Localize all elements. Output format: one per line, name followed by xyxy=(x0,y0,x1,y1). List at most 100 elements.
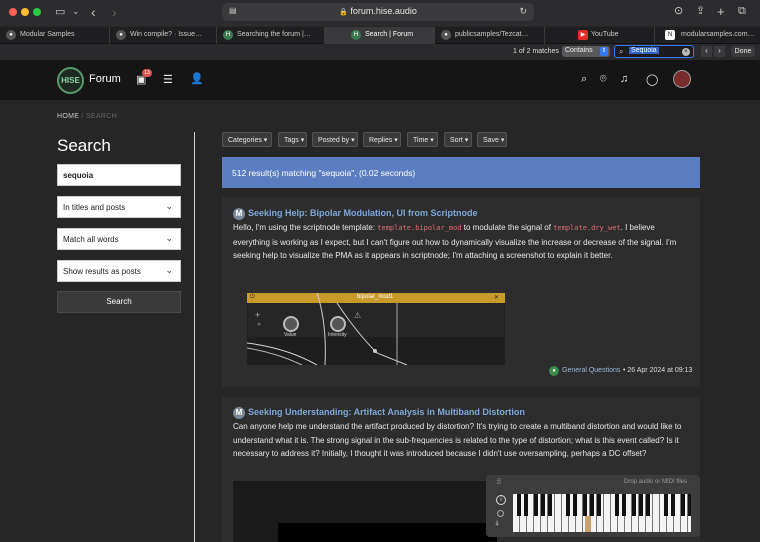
tab-strip: ● Modular Samples ● Win compile? · Issue… xyxy=(0,27,760,44)
black-keys xyxy=(513,494,691,516)
keyboard-hint: Drop audio or MIDI files xyxy=(624,479,688,485)
excerpt-text: to modulate the signal of xyxy=(461,223,551,232)
save-filter-button[interactable]: Save ▾ xyxy=(477,132,507,147)
midi-keyboard-panel: ⁞⁞ Drop audio or MIDI files i ⍋ xyxy=(486,475,700,537)
sort-filter-button[interactable]: Sort ▾ xyxy=(444,132,472,147)
search-button[interactable]: Search xyxy=(57,291,181,313)
minimize-window-icon[interactable] xyxy=(21,8,29,16)
chevron-updown-icon: ⇕ xyxy=(600,47,608,56)
site-header: HISE Forum ▣ 13 ☰ 👤 ⌕ ⌾ ♫ ◯ xyxy=(0,60,760,100)
search-in-select[interactable]: In titles and posts ⌄ xyxy=(57,196,181,218)
next-match-icon[interactable]: › xyxy=(714,46,725,57)
bell-icon[interactable]: ♫ xyxy=(620,73,628,85)
brand-label[interactable]: Forum xyxy=(89,73,121,85)
code-snippet: template.bipolar_mod xyxy=(377,224,462,232)
tab-label: Win compile? · Issue… xyxy=(130,31,202,38)
chevron-down-icon: ⌄ xyxy=(165,265,173,275)
post-excerpt: Can anyone help me understand the artifa… xyxy=(233,422,682,458)
match-words-select[interactable]: Match all words ⌄ xyxy=(57,228,181,250)
post-title[interactable]: Seeking Help: Bipolar Modulation, UI fro… xyxy=(248,208,478,218)
search-result-card: M Seeking Help: Bipolar Modulation, UI f… xyxy=(222,197,700,387)
post-image[interactable]: ⏻ bipolar_mod1 ✕ + ✲ Value Intensity ⚠ xyxy=(247,293,505,365)
record-icon[interactable] xyxy=(497,510,504,517)
tab-label: YouTube xyxy=(591,31,619,38)
chevron-down-icon: ⌄ xyxy=(165,201,173,211)
address-bar[interactable]: ▤ 🔒 forum.hise.audio ↻ xyxy=(222,3,534,21)
previous-match-icon[interactable]: ‹ xyxy=(701,46,712,57)
find-input[interactable]: ⌕ Sequoia × xyxy=(614,45,694,58)
tab-modularsamples-com[interactable]: N modularsamples.com… xyxy=(655,27,760,44)
piano-keys[interactable] xyxy=(513,494,691,532)
download-icon[interactable]: ⊙ xyxy=(674,6,683,17)
post-category[interactable]: General Questions xyxy=(562,367,620,374)
find-bar: 1 of 2 matches Contains ⇕ ⌕ Sequoia × ‹ … xyxy=(0,44,760,60)
tab-modular-samples[interactable]: ● Modular Samples xyxy=(0,27,110,44)
close-window-icon[interactable] xyxy=(9,8,17,16)
highlighted-key xyxy=(585,516,591,532)
author-avatar[interactable]: M xyxy=(233,407,245,419)
categories-filter-button[interactable]: Categories ▾ xyxy=(222,132,272,147)
sidebar-toggle-icon[interactable]: ▭ xyxy=(55,7,65,18)
metronome-icon[interactable]: ⍋ xyxy=(495,520,499,528)
search-in-label: In titles and posts xyxy=(63,203,126,212)
tab-label: Searching the forum |… xyxy=(237,31,311,38)
user-icon[interactable]: 👤 xyxy=(190,72,204,85)
tab-search-forum[interactable]: H Search | Forum xyxy=(325,27,435,44)
info-icon[interactable]: i xyxy=(496,495,506,505)
breadcrumb-home[interactable]: HOME xyxy=(57,113,79,120)
github-icon: ● xyxy=(6,30,16,40)
magnifier-icon: ⌕ xyxy=(619,47,624,56)
sidebar-divider xyxy=(194,132,195,542)
chevron-down-icon: ⌄ xyxy=(165,233,173,243)
chat-icon[interactable]: ◯ xyxy=(646,73,658,86)
clear-icon[interactable]: × xyxy=(682,48,690,56)
find-mode-label: Contains xyxy=(565,47,593,54)
posted-by-filter-button[interactable]: Posted by ▾ xyxy=(312,132,358,147)
tab-label: modularsamples.com… xyxy=(681,31,755,38)
reload-icon[interactable]: ↻ xyxy=(519,7,527,16)
hise-icon: H xyxy=(351,30,361,40)
tab-label: publicsamples/Tezcat… xyxy=(455,31,529,38)
location-icon[interactable]: ⌾ xyxy=(600,73,607,86)
show-results-select[interactable]: Show results as posts ⌄ xyxy=(57,260,181,282)
tab-youtube[interactable]: ▶ YouTube xyxy=(545,27,655,44)
search-query-input[interactable]: sequoia xyxy=(57,164,181,186)
zoom-window-icon[interactable] xyxy=(33,8,41,16)
time-filter-button[interactable]: Time ▾ xyxy=(407,132,438,147)
find-query: Sequoia xyxy=(629,47,659,54)
new-tab-icon[interactable]: + xyxy=(717,5,725,18)
find-mode-select[interactable]: Contains ⇕ xyxy=(562,46,610,57)
main-content: HOME / SEARCH Search sequoia In titles a… xyxy=(0,100,760,542)
tags-filter-button[interactable]: Tags ▾ xyxy=(278,132,307,147)
code-snippet: template.dry_wet xyxy=(553,224,621,232)
back-icon[interactable]: ‹ xyxy=(91,5,96,19)
url-text: forum.hise.audio xyxy=(350,6,417,16)
find-done-button[interactable]: Done xyxy=(731,46,755,57)
tab-searching-forum[interactable]: H Searching the forum |… xyxy=(217,27,325,44)
grid-icon[interactable]: ⁞⁞ xyxy=(497,479,501,486)
notion-icon: N xyxy=(665,30,675,40)
share-icon[interactable]: ⇪ xyxy=(696,6,705,17)
browser-titlebar: ▭ ⌄ ‹ › ▤ 🔒 forum.hise.audio ↻ ⊙ ⇪ + ⧉ xyxy=(0,0,760,26)
search-heading: Search xyxy=(57,136,111,155)
breadcrumb: HOME / SEARCH xyxy=(57,113,117,120)
hise-logo[interactable]: HISE xyxy=(57,67,84,94)
search-icon[interactable]: ⌕ xyxy=(581,73,587,86)
breadcrumb-current: SEARCH xyxy=(85,113,117,120)
user-avatar[interactable] xyxy=(673,70,691,88)
list-icon[interactable]: ☰ xyxy=(163,73,173,86)
tab-win-compile[interactable]: ● Win compile? · Issue… xyxy=(110,27,217,44)
category-icon: ● xyxy=(549,366,559,376)
results-banner: 512 result(s) matching "sequoia", (0.02 … xyxy=(222,157,700,188)
forward-icon[interactable]: › xyxy=(112,5,117,19)
post-title[interactable]: Seeking Understanding: Artifact Analysis… xyxy=(248,407,525,417)
excerpt-text: Hello, I'm using the scriptnode template… xyxy=(233,223,378,232)
author-avatar[interactable]: M xyxy=(233,208,245,220)
tab-publicsamples[interactable]: ● publicsamples/Tezcat… xyxy=(435,27,545,44)
post-image[interactable] xyxy=(233,481,497,542)
tab-overview-icon[interactable]: ⧉ xyxy=(738,6,746,17)
match-words-label: Match all words xyxy=(63,235,119,244)
breadcrumb-separator: / xyxy=(81,113,84,120)
chevron-down-icon[interactable]: ⌄ xyxy=(72,7,80,16)
replies-filter-button[interactable]: Replies ▾ xyxy=(363,132,401,147)
